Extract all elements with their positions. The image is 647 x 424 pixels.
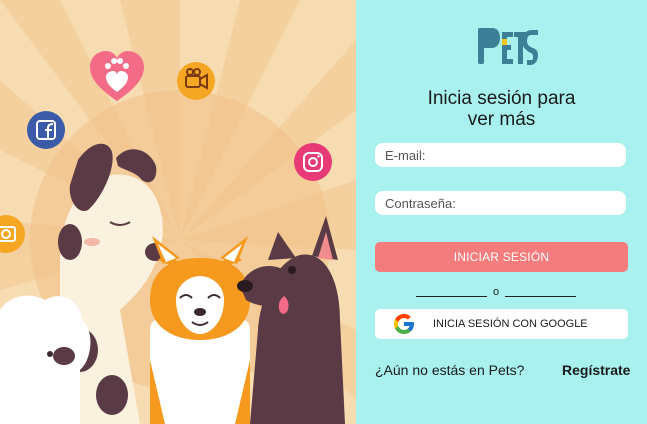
login-title: Inicia sesión para ver más bbox=[356, 88, 647, 130]
login-title-line1: Inicia sesión para bbox=[427, 88, 576, 109]
or-divider: o bbox=[416, 284, 576, 300]
fluffy-dog bbox=[0, 295, 91, 424]
email-field[interactable] bbox=[375, 143, 626, 167]
google-button-label: INICIA SESIÓN CON GOOGLE bbox=[433, 318, 588, 330]
divider-line-right bbox=[505, 295, 576, 297]
video-camera-icon bbox=[177, 62, 215, 100]
dogs-artwork bbox=[0, 0, 356, 424]
login-screen: Inicia sesión para ver más INICIAR SESIÓ… bbox=[0, 0, 647, 424]
signup-link[interactable]: Regístrate bbox=[562, 362, 630, 378]
signup-question: ¿Aún no estás en Pets? bbox=[375, 362, 525, 378]
instagram-icon bbox=[294, 143, 332, 181]
login-button[interactable]: INICIAR SESIÓN bbox=[375, 242, 628, 272]
google-login-button[interactable]: INICIA SESIÓN CON GOOGLE bbox=[375, 309, 628, 339]
login-title-line2: ver más bbox=[467, 109, 536, 130]
pets-illustration bbox=[0, 0, 356, 424]
divider-line-left bbox=[416, 295, 487, 297]
divider-text: o bbox=[492, 286, 500, 298]
google-icon bbox=[394, 314, 414, 334]
pets-logo bbox=[478, 28, 538, 65]
facebook-icon bbox=[27, 111, 65, 149]
password-field[interactable] bbox=[375, 191, 626, 215]
login-panel: Inicia sesión para ver más INICIAR SESIÓ… bbox=[356, 0, 647, 424]
